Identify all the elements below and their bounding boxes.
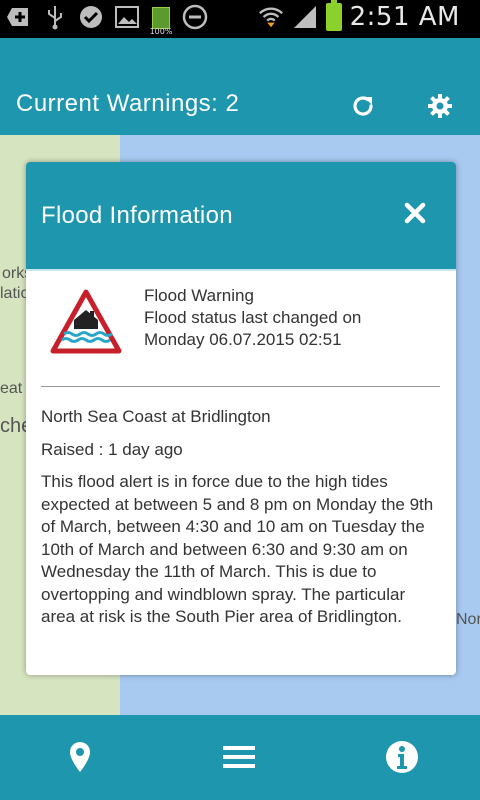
- location-pin-icon: [70, 742, 90, 772]
- battery-small-icon: 100%: [150, 4, 172, 36]
- warning-type: Flood Warning: [144, 286, 254, 305]
- status-bar: 100% 2:51 AM: [0, 0, 480, 38]
- refresh-icon: [353, 96, 373, 116]
- menu-icon: [223, 746, 255, 768]
- battery-icon: [325, 0, 342, 31]
- dialog-header: Flood Information: [26, 162, 456, 271]
- status-system: 2:51 AM: [258, 0, 460, 32]
- map-label: Nor: [456, 611, 480, 628]
- app-header: Current Warnings: 2: [0, 38, 480, 135]
- warning-text: Flood Warning Flood status last changed …: [144, 285, 361, 351]
- image-icon: [114, 4, 140, 30]
- check-icon: [78, 4, 104, 30]
- page-title: Current Warnings: 2: [16, 90, 240, 117]
- flood-warning-icon: [50, 289, 122, 354]
- battery-small-label: 100%: [149, 27, 173, 36]
- location-name: North Sea Coast at Bridlington: [41, 407, 271, 426]
- gear-icon: [428, 94, 452, 118]
- map-label: latio: [0, 285, 30, 302]
- wifi-icon: [258, 4, 284, 30]
- add-icon: [6, 4, 32, 30]
- status-changed-label: Flood status last changed on: [144, 308, 362, 327]
- flood-info-dialog: Flood Information Flood Warning Flood st…: [26, 162, 456, 675]
- info-icon: [386, 741, 418, 773]
- bottom-nav: [0, 715, 480, 800]
- raised-time: Raised : 1 day ago: [41, 439, 183, 459]
- refresh-button[interactable]: [345, 88, 381, 124]
- info-button[interactable]: [382, 737, 422, 777]
- status-notifications: 100%: [6, 4, 208, 36]
- usb-icon: [42, 4, 68, 30]
- block-icon: [182, 4, 208, 30]
- warning-details: North Sea Coast at Bridlington Raised : …: [41, 406, 441, 639]
- menu-button[interactable]: [219, 737, 259, 777]
- close-button[interactable]: [400, 198, 430, 228]
- divider: [41, 386, 440, 387]
- warning-summary: Flood Warning Flood status last changed …: [26, 271, 456, 383]
- close-icon: [404, 202, 426, 224]
- dialog-title: Flood Information: [41, 202, 233, 229]
- clock: 2:51 AM: [349, 2, 460, 32]
- warning-description: This flood alert is in force due to the …: [41, 472, 434, 626]
- status-changed-date: Monday 06.07.2015 02:51: [144, 330, 342, 349]
- map-label: eat: [0, 380, 23, 397]
- location-button[interactable]: [60, 737, 100, 777]
- settings-button[interactable]: [422, 88, 458, 124]
- signal-icon: [292, 4, 318, 30]
